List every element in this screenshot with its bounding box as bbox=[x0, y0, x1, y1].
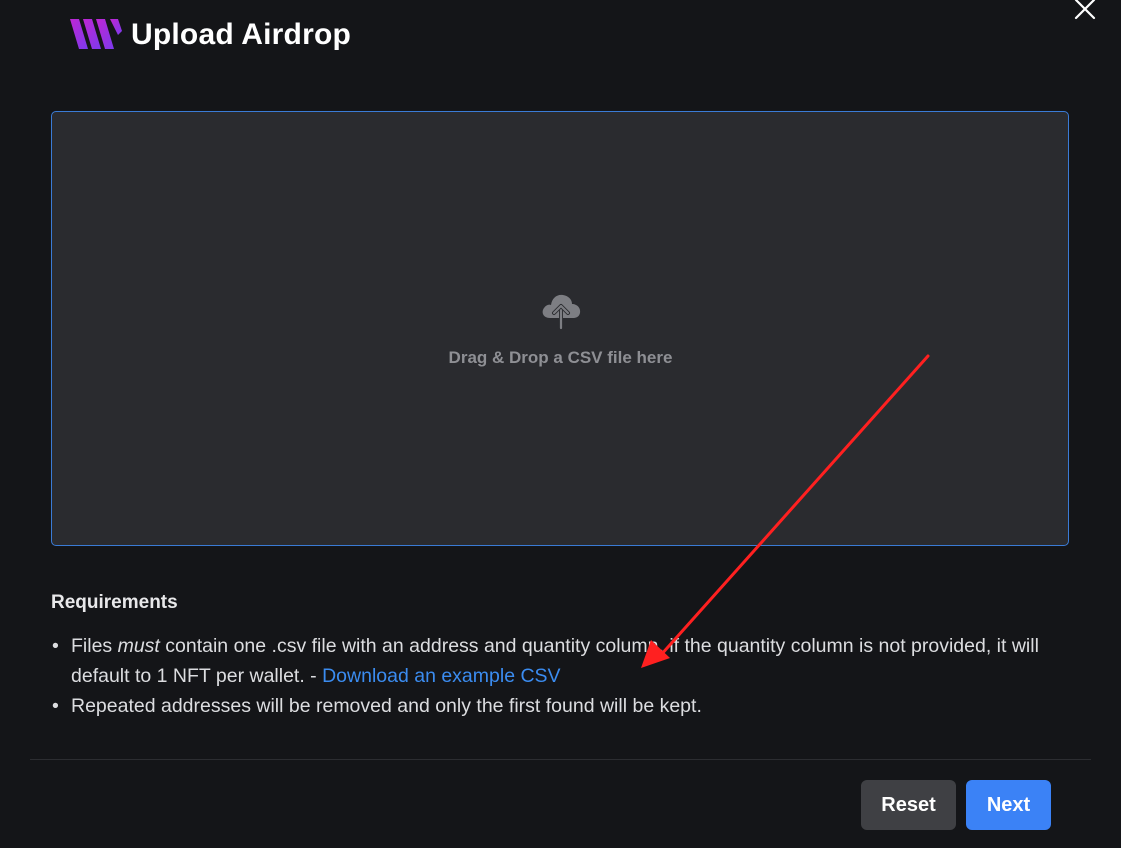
modal-title: Upload Airdrop bbox=[131, 18, 352, 51]
requirements-list: Files must contain one .csv file with an… bbox=[51, 631, 1041, 721]
footer-divider bbox=[30, 759, 1091, 760]
list-item: Repeated addresses will be removed and o… bbox=[51, 691, 1041, 721]
requirement-text: Repeated addresses will be removed and o… bbox=[71, 695, 702, 717]
close-icon[interactable] bbox=[1070, 0, 1100, 24]
requirement-text: Files bbox=[71, 635, 118, 657]
next-button[interactable]: Next bbox=[966, 780, 1051, 830]
cloud-upload-icon bbox=[542, 294, 581, 330]
reset-button[interactable]: Reset bbox=[861, 780, 956, 830]
brand-w-logo-icon bbox=[70, 19, 122, 49]
dropzone-instructions: Drag & Drop a CSV file here bbox=[448, 348, 673, 367]
requirement-emphasis: must bbox=[117, 635, 160, 657]
list-item: Files must contain one .csv file with an… bbox=[51, 631, 1041, 691]
download-example-csv-link[interactable]: Download an example CSV bbox=[322, 665, 560, 687]
upload-airdrop-modal: Upload Airdrop Drag & Drop a CSV file he… bbox=[0, 0, 1121, 848]
requirements-heading: Requirements bbox=[51, 592, 178, 613]
